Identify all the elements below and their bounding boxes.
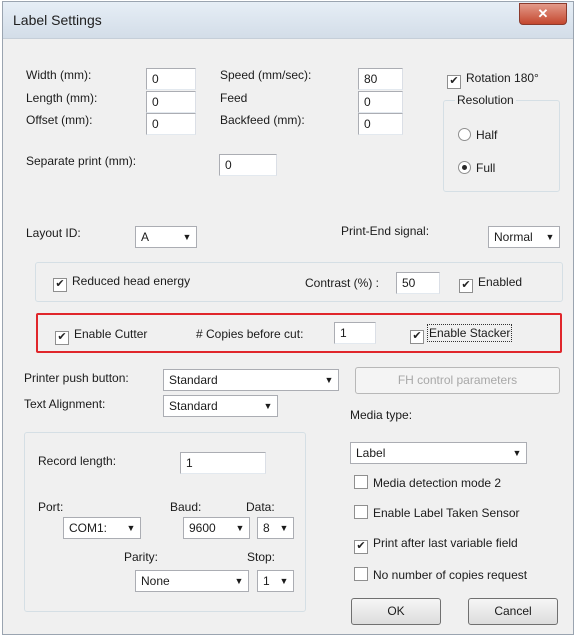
enable-cutter-checkbox[interactable]: ✔ Enable Cutter: [55, 327, 147, 345]
length-input[interactable]: 0: [146, 91, 196, 113]
close-button[interactable]: ✕: [519, 3, 567, 25]
speed-label: Speed (mm/sec):: [220, 68, 312, 82]
layout-id-label: Layout ID:: [26, 226, 81, 240]
radio-selected-icon: [458, 161, 471, 174]
printer-push-button-dropdown[interactable]: Standard ▼: [163, 369, 339, 391]
text-alignment-dropdown[interactable]: Standard ▼: [163, 395, 278, 417]
print-after-last-field-label: Print after last variable field: [373, 536, 518, 550]
contrast-enabled-checkbox[interactable]: ✔ Enabled: [459, 275, 522, 293]
width-label: Width (mm):: [26, 68, 92, 82]
layout-id-dropdown[interactable]: A ▼: [135, 226, 197, 248]
check-icon: ✔: [55, 331, 69, 345]
resolution-half-label: Half: [476, 128, 498, 142]
chevron-down-icon: ▼: [324, 375, 334, 385]
contrast-enabled-label: Enabled: [478, 275, 523, 289]
reduced-head-energy-checkbox[interactable]: ✔ Reduced head energy: [53, 274, 190, 292]
label-settings-dialog: Label Settings ✕ Width (mm): 0 Length (m…: [2, 1, 574, 635]
resolution-half-radio[interactable]: Half: [458, 128, 497, 142]
feed-input[interactable]: 0: [358, 91, 403, 113]
checkbox-icon: [354, 567, 368, 581]
separate-print-input[interactable]: 0: [219, 154, 277, 176]
close-icon: ✕: [537, 6, 549, 21]
enable-stacker-checkbox[interactable]: ✔ Enable Stacker: [410, 324, 513, 344]
media-type-dropdown[interactable]: Label ▼: [350, 442, 527, 464]
contrast-input[interactable]: 50: [396, 272, 440, 294]
print-end-label: Print-End signal:: [341, 224, 430, 238]
chevron-down-icon: ▼: [126, 523, 136, 533]
copies-before-cut-label: # Copies before cut:: [196, 327, 304, 341]
width-input[interactable]: 0: [146, 68, 196, 90]
chevron-down-icon: ▼: [512, 448, 522, 458]
resolution-full-radio[interactable]: Full: [458, 161, 495, 175]
text-alignment-label: Text Alignment:: [24, 397, 106, 411]
resolution-full-label: Full: [476, 161, 496, 175]
stop-label: Stop:: [247, 550, 276, 564]
chevron-down-icon: ▼: [234, 576, 244, 586]
resolution-legend: Resolution: [455, 93, 516, 107]
chevron-down-icon: ▼: [279, 523, 289, 533]
data-bits-dropdown[interactable]: 8 ▼: [257, 517, 294, 539]
baud-dropdown[interactable]: 9600 ▼: [183, 517, 250, 539]
printer-push-button-label: Printer push button:: [24, 371, 129, 385]
enable-stacker-label: Enable Stacker: [426, 324, 513, 342]
length-label: Length (mm):: [26, 91, 98, 105]
rotation-checkbox[interactable]: ✔ Rotation 180°: [447, 71, 539, 89]
chevron-down-icon: ▼: [279, 576, 289, 586]
chevron-down-icon: ▼: [182, 232, 192, 242]
parity-dropdown[interactable]: None ▼: [135, 570, 249, 592]
separate-print-label: Separate print (mm):: [26, 154, 137, 168]
radio-icon: [458, 128, 471, 141]
baud-label: Baud:: [170, 500, 202, 514]
check-icon: ✔: [459, 279, 473, 293]
fh-control-parameters-button[interactable]: FH control parameters: [355, 367, 560, 394]
cancel-button[interactable]: Cancel: [468, 598, 558, 625]
reduced-head-energy-label: Reduced head energy: [72, 274, 191, 288]
data-label: Data:: [246, 500, 275, 514]
print-end-dropdown[interactable]: Normal ▼: [488, 226, 560, 248]
media-detection-mode-label: Media detection mode 2: [373, 476, 502, 490]
record-length-input[interactable]: 1: [180, 452, 266, 474]
record-length-label: Record length:: [38, 454, 117, 468]
label-taken-sensor-label: Enable Label Taken Sensor: [373, 506, 520, 520]
title-bar: Label Settings ✕: [3, 2, 573, 39]
window-title: Label Settings: [13, 12, 102, 28]
parity-label: Parity:: [124, 550, 159, 564]
check-icon: ✔: [410, 330, 424, 344]
speed-input[interactable]: 80: [358, 68, 403, 90]
port-dropdown[interactable]: COM1: ▼: [63, 517, 141, 539]
contrast-label: Contrast (%) :: [305, 276, 380, 290]
chevron-down-icon: ▼: [263, 401, 273, 411]
feed-label: Feed: [220, 91, 248, 105]
checkbox-icon: [354, 505, 368, 519]
backfeed-input[interactable]: 0: [358, 113, 403, 135]
chevron-down-icon: ▼: [545, 232, 555, 242]
checkbox-icon: [354, 475, 368, 489]
no-copies-request-label: No number of copies request: [373, 568, 528, 582]
no-copies-request-checkbox[interactable]: No number of copies request: [354, 567, 527, 582]
label-taken-sensor-checkbox[interactable]: Enable Label Taken Sensor: [354, 505, 520, 520]
offset-input[interactable]: 0: [146, 113, 196, 135]
offset-label: Offset (mm):: [26, 113, 93, 127]
print-after-last-field-checkbox[interactable]: ✔ Print after last variable field: [354, 536, 518, 554]
check-icon: ✔: [447, 75, 461, 89]
chevron-down-icon: ▼: [235, 523, 245, 533]
copies-before-cut-input[interactable]: 1: [334, 322, 376, 344]
check-icon: ✔: [354, 540, 368, 554]
media-type-label: Media type:: [350, 408, 413, 422]
stop-bits-dropdown[interactable]: 1 ▼: [257, 570, 294, 592]
check-icon: ✔: [53, 278, 67, 292]
port-label: Port:: [38, 500, 64, 514]
resolution-group: [443, 100, 560, 192]
backfeed-label: Backfeed (mm):: [220, 113, 305, 127]
enable-cutter-label: Enable Cutter: [74, 327, 148, 341]
ok-button[interactable]: OK: [351, 598, 441, 625]
rotation-label: Rotation 180°: [466, 71, 539, 85]
media-detection-mode-checkbox[interactable]: Media detection mode 2: [354, 475, 501, 490]
